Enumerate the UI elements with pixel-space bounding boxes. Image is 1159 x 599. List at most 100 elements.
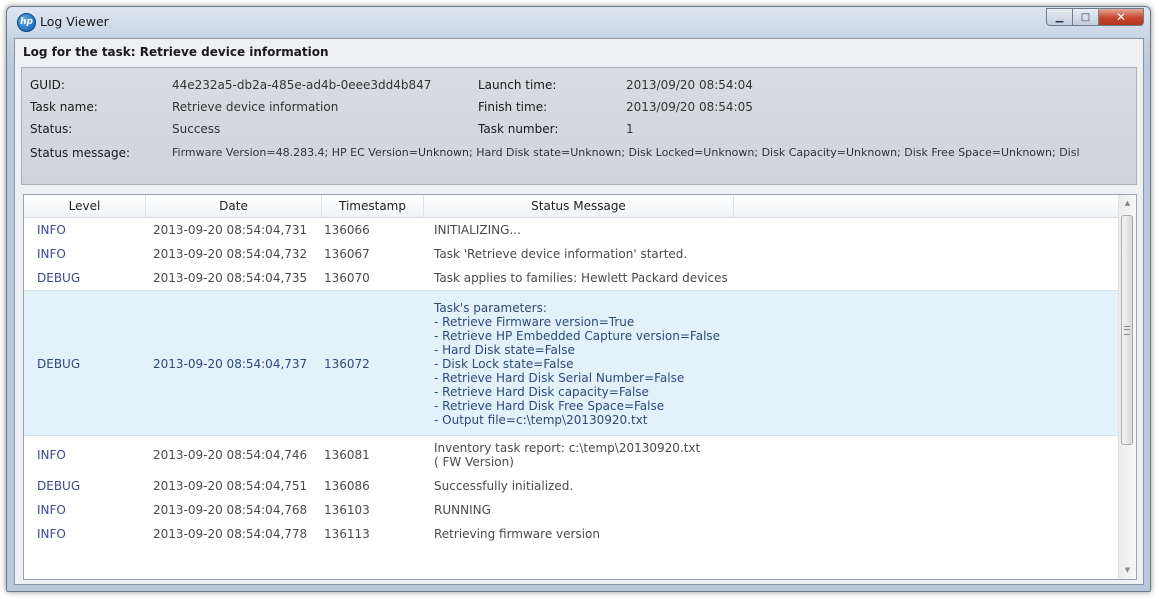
status-message-line: Retrieving firmware version	[434, 527, 600, 541]
cell-timestamp: 136067	[324, 247, 370, 261]
cell-timestamp: 136081	[324, 448, 370, 462]
cell-status-message: Task's parameters: - Retrieve Firmware ve…	[434, 301, 720, 427]
cell-level: DEBUG	[37, 479, 81, 493]
info-row-task-name: Task name: Retrieve device information F…	[22, 100, 1136, 120]
finish-time-label: Finish time:	[478, 100, 548, 114]
status-message-line: RUNNING	[434, 503, 491, 517]
info-row-status-message: Status message: Firmware Version=48.283.…	[22, 146, 1136, 166]
table-row[interactable]: DEBUG 2013-09-20 08:54:04,735 136070 Task a…	[24, 266, 1120, 290]
status-message-value: Firmware Version=48.283.4; HP EC Version…	[172, 146, 1080, 159]
scroll-down-icon[interactable]: ▼	[1119, 562, 1136, 579]
status-message-line: - Output file=c:\temp\20130920.txt	[434, 413, 648, 427]
status-label: Status:	[30, 122, 73, 136]
window-controls: ▁ □ ✕	[1046, 8, 1144, 28]
cell-status-message: Inventory task report: c:\temp\20130920.…	[434, 441, 700, 469]
info-row-status: Status: Success Task number: 1	[22, 122, 1136, 142]
status-message-line: - Retrieve Hard Disk capacity=False	[434, 385, 649, 399]
log-grid: Level Date Timestamp Status Message INFO…	[23, 194, 1137, 580]
minimize-icon: ▁	[1055, 11, 1064, 23]
cell-level: DEBUG	[37, 271, 81, 285]
column-header-level[interactable]: Level	[24, 195, 146, 217]
cell-date: 2013-09-20 08:54:04,746	[153, 448, 308, 462]
status-message-line: - Retrieve Hard Disk Serial Number=False	[434, 371, 685, 385]
table-row[interactable]: INFO 2013-09-20 08:54:04,778 136113 Retriev…	[24, 522, 1120, 546]
window-client-area: Log for the task: Retrieve device inform…	[14, 38, 1144, 585]
table-row[interactable]: INFO 2013-09-20 08:54:04,732 136067 Task 'R…	[24, 242, 1120, 266]
cell-level: INFO	[37, 247, 66, 261]
status-value: Success	[172, 122, 221, 136]
cell-date: 2013-09-20 08:54:04,768	[153, 503, 308, 517]
cell-level: INFO	[37, 223, 66, 237]
cell-timestamp: 136070	[324, 271, 370, 285]
cell-status-message: Task 'Retrieve device information' start…	[434, 247, 687, 261]
cell-timestamp: 136066	[324, 223, 370, 237]
status-message-line: - Hard Disk state=False	[434, 343, 575, 357]
cell-status-message: RUNNING	[434, 503, 491, 517]
task-name-value: Retrieve device information	[172, 100, 339, 114]
close-icon: ✕	[1115, 10, 1127, 24]
cell-timestamp: 136072	[324, 357, 370, 371]
launch-time-value: 2013/09/20 08:54:04	[626, 78, 753, 92]
cell-status-message: INITIALIZING...	[434, 223, 521, 237]
launch-time-label: Launch time:	[478, 78, 557, 92]
cell-level: DEBUG	[37, 357, 81, 371]
table-row[interactable]: DEBUG 2013-09-20 08:54:04,737 136072 Task's…	[24, 290, 1120, 436]
vertical-scrollbar[interactable]: ▲ ▼	[1118, 195, 1136, 579]
table-row[interactable]: DEBUG 2013-09-20 08:54:04,751 136086 Succes…	[24, 474, 1120, 498]
cell-date: 2013-09-20 08:54:04,732	[153, 247, 308, 261]
info-row-guid: GUID: 44e232a5-db2a-485e-ad4b-0eee3dd4b8…	[22, 78, 1136, 98]
status-message-line: - Retrieve HP Embedded Capture version=F…	[434, 329, 721, 343]
status-message-line: - Disk Lock state=False	[434, 357, 574, 371]
status-message-line: - Retrieve Firmware version=True	[434, 315, 635, 329]
table-row[interactable]: INFO 2013-09-20 08:54:04,746 136081 Invento…	[24, 436, 1120, 474]
status-message-line: ( FW Version)	[434, 455, 514, 469]
hp-logo-icon: hp	[17, 13, 36, 32]
column-header-timestamp[interactable]: Timestamp	[322, 195, 424, 217]
status-message-label: Status message:	[30, 146, 131, 160]
cell-date: 2013-09-20 08:54:04,731	[153, 223, 308, 237]
cell-level: INFO	[37, 527, 66, 541]
cell-date: 2013-09-20 08:54:04,751	[153, 479, 308, 493]
cell-level: INFO	[37, 448, 66, 462]
cell-timestamp: 136113	[324, 527, 370, 541]
status-message-line: Task applies to families: Hewlett Packar…	[434, 271, 728, 285]
task-number-label: Task number:	[478, 122, 559, 136]
finish-time-value: 2013/09/20 08:54:05	[626, 100, 753, 114]
status-message-line: Task's parameters:	[434, 301, 547, 315]
task-name-label: Task name:	[30, 100, 98, 114]
status-message-line: - Retrieve Hard Disk Free Space=False	[434, 399, 665, 413]
guid-value: 44e232a5-db2a-485e-ad4b-0eee3dd4b847	[172, 78, 432, 92]
column-header-status-message[interactable]: Status Message	[424, 195, 734, 217]
task-number-value: 1	[626, 122, 634, 136]
maximize-icon: □	[1080, 11, 1091, 23]
title-bar[interactable]: hp Log Viewer ▁ □ ✕	[7, 7, 1150, 37]
guid-label: GUID:	[30, 78, 65, 92]
cell-level: INFO	[37, 503, 66, 517]
cell-status-message: Retrieving firmware version	[434, 527, 600, 541]
task-header: Log for the task: Retrieve device inform…	[23, 45, 329, 59]
window-title: Log Viewer	[40, 14, 109, 29]
table-row[interactable]: INFO 2013-09-20 08:54:04,768 136103 RUNNING	[24, 498, 1120, 522]
status-message-line: Task 'Retrieve device information' start…	[434, 247, 688, 261]
column-header-date[interactable]: Date	[146, 195, 322, 217]
cell-date: 2013-09-20 08:54:04,778	[153, 527, 308, 541]
scrollbar-thumb[interactable]	[1121, 215, 1133, 445]
cell-timestamp: 136086	[324, 479, 370, 493]
maximize-button[interactable]: □	[1073, 8, 1099, 26]
log-viewer-window: hp Log Viewer ▁ □ ✕ Log for the task: Re…	[6, 6, 1151, 592]
table-row[interactable]: INFO 2013-09-20 08:54:04,731 136066 INITIAL…	[24, 218, 1120, 242]
grip-icon	[1124, 326, 1130, 335]
cell-status-message: Task applies to families: Hewlett Packar…	[434, 271, 728, 285]
status-message-line: Inventory task report: c:\temp\20130920.…	[434, 441, 701, 455]
cell-date: 2013-09-20 08:54:04,737	[153, 357, 308, 371]
cell-status-message: Successfully initialized.	[434, 479, 573, 493]
task-info-panel: GUID: 44e232a5-db2a-485e-ad4b-0eee3dd4b8…	[21, 67, 1137, 185]
grid-header: Level Date Timestamp Status Message	[24, 195, 1120, 218]
cell-date: 2013-09-20 08:54:04,735	[153, 271, 308, 285]
status-message-line: INITIALIZING...	[434, 223, 521, 237]
close-button[interactable]: ✕	[1099, 8, 1144, 26]
cell-timestamp: 136103	[324, 503, 370, 517]
status-message-line: Successfully initialized.	[434, 479, 574, 493]
scroll-up-icon[interactable]: ▲	[1119, 195, 1136, 212]
minimize-button[interactable]: ▁	[1046, 8, 1073, 26]
